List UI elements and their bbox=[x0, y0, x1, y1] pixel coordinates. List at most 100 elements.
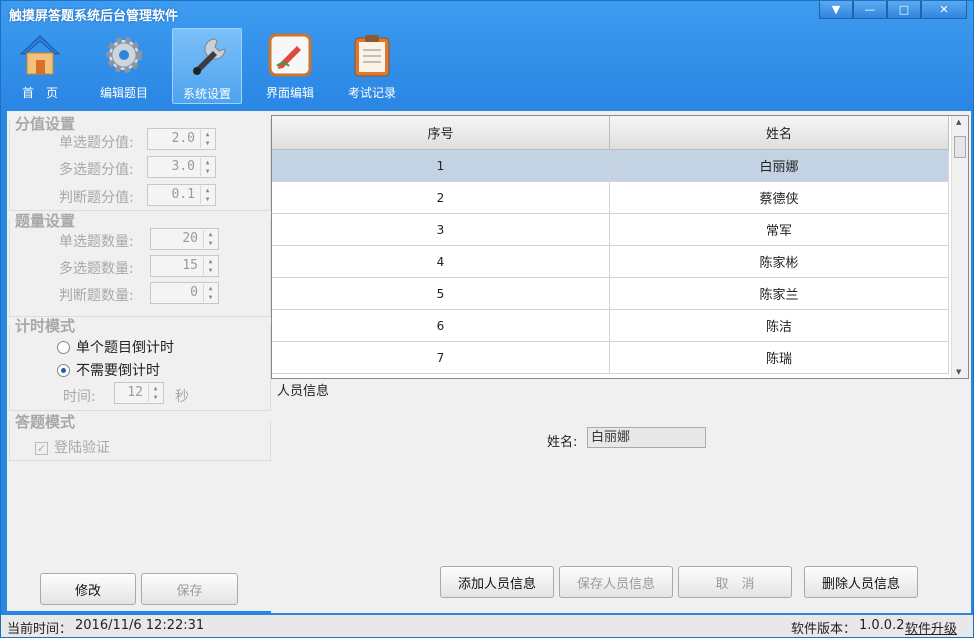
radio-checked-icon bbox=[57, 364, 70, 377]
close-button[interactable]: ✕ bbox=[921, 1, 967, 19]
spin-arrows-icon[interactable]: ▲ ▼ bbox=[203, 257, 217, 275]
personnel-info-title: 人员信息 bbox=[277, 384, 330, 399]
radio-icon bbox=[57, 341, 70, 354]
toolbar-ui-edit[interactable]: 界面编辑 bbox=[255, 28, 325, 104]
multi-count-value: 15 bbox=[182, 258, 198, 273]
current-time-label: 当前时间： bbox=[7, 622, 73, 637]
count-group-title: 题量设置 bbox=[15, 212, 76, 230]
table-cell-index[interactable]: 1 bbox=[272, 150, 610, 182]
spin-arrows-icon[interactable]: ▲ ▼ bbox=[200, 130, 214, 148]
version-label: 软件版本： bbox=[791, 622, 857, 637]
login-verify-checkbox[interactable]: ✓ 登陆验证 bbox=[35, 437, 110, 457]
current-time-value: 2016/11/6 12:22:31 bbox=[75, 618, 205, 633]
table-cell-index[interactable]: 7 bbox=[272, 342, 610, 374]
scroll-thumb[interactable] bbox=[954, 136, 966, 158]
multi-score-stepper[interactable]: 3.0 ▲ ▼ bbox=[147, 156, 216, 178]
toolbar-exam-records-label: 考试记录 bbox=[347, 86, 396, 100]
scroll-up-icon[interactable]: ▲ bbox=[956, 118, 961, 126]
save-person-button[interactable]: 保存人员信息 bbox=[559, 566, 673, 598]
table-cell-name[interactable]: 陈洁 bbox=[610, 310, 949, 342]
single-count-value: 20 bbox=[182, 231, 198, 246]
table-cell-name[interactable]: 常军 bbox=[610, 214, 949, 246]
judge-score-stepper[interactable]: 0.1 ▲ ▼ bbox=[147, 184, 216, 206]
toolbar-edit-questions-label: 编辑题目 bbox=[99, 86, 148, 100]
single-score-label: 单选题分值: bbox=[59, 135, 134, 151]
spin-arrows-icon[interactable]: ▲ ▼ bbox=[148, 384, 162, 402]
toolbar-exam-records[interactable]: 考试记录 bbox=[337, 28, 407, 104]
toolbar-home[interactable]: 首 页 bbox=[5, 28, 75, 104]
personnel-table[interactable]: 序号 姓名 1 白丽娜 2 蔡德侠 3 常军 4 陈家彬 5 陈家兰 6 陈洁 7 陈瑞 ▲ ▼ bbox=[271, 115, 969, 379]
judge-score-label: 判断题分值: bbox=[59, 190, 134, 206]
edit-icon bbox=[268, 33, 312, 77]
multi-count-label: 多选题数量: bbox=[59, 261, 134, 277]
vertical-scrollbar[interactable]: ▲ ▼ bbox=[951, 116, 968, 378]
judge-count-value: 0 bbox=[190, 285, 198, 300]
time-label: 时间: bbox=[63, 389, 96, 405]
cancel-button[interactable]: 取 消 bbox=[678, 566, 792, 598]
toolbar-home-label: 首 页 bbox=[21, 86, 58, 100]
scroll-down-icon[interactable]: ▼ bbox=[956, 368, 961, 376]
table-cell-index[interactable]: 6 bbox=[272, 310, 610, 342]
table-cell-index[interactable]: 4 bbox=[272, 246, 610, 278]
name-label: 姓名: bbox=[547, 435, 578, 450]
column-header-index[interactable]: 序号 bbox=[272, 116, 610, 150]
timer-group-title: 计时模式 bbox=[15, 317, 76, 335]
toolbar: 首 页 编辑题目 系统设置 界面编辑 考试记录 bbox=[1, 25, 973, 107]
toolbar-edit-questions[interactable]: 编辑题目 bbox=[89, 28, 159, 104]
toolbar-system-settings[interactable]: 系统设置 bbox=[172, 28, 242, 104]
multi-count-stepper[interactable]: 15 ▲ ▼ bbox=[150, 255, 219, 277]
chevron-down-icon: ▼ bbox=[831, 3, 841, 16]
login-verify-label: 登陆验证 bbox=[54, 440, 110, 456]
minimize-icon: — bbox=[864, 3, 876, 16]
spin-arrows-icon[interactable]: ▲ ▼ bbox=[203, 230, 217, 248]
checkbox-checked-icon: ✓ bbox=[35, 442, 48, 455]
table-cell-name[interactable]: 陈家兰 bbox=[610, 278, 949, 310]
judge-count-label: 判断题数量: bbox=[59, 288, 134, 304]
title-bar: 触摸屏答题系统后台管理软件 ▼ — □ ✕ bbox=[1, 1, 973, 25]
wrench-icon bbox=[193, 38, 226, 75]
table-cell-index[interactable]: 2 bbox=[272, 182, 610, 214]
table-cell-index[interactable]: 5 bbox=[272, 278, 610, 310]
version-value: 1.0.0.2 bbox=[859, 618, 905, 633]
multi-score-label: 多选题分值: bbox=[59, 162, 134, 178]
time-stepper[interactable]: 12 ▲ ▼ bbox=[114, 382, 164, 404]
maximize-button[interactable]: □ bbox=[887, 1, 921, 19]
judge-count-stepper[interactable]: 0 ▲ ▼ bbox=[150, 282, 219, 304]
add-person-button[interactable]: 添加人员信息 bbox=[440, 566, 554, 598]
table-cell-index[interactable]: 3 bbox=[272, 214, 610, 246]
table-cell-name[interactable]: 陈瑞 bbox=[610, 342, 949, 374]
home-icon bbox=[19, 35, 61, 75]
settings-panel: 分值设置 单选题分值: 2.0 ▲ ▼ 多选题分值: 3.0 ▲ ▼ 判断题分值: 0.… bbox=[7, 111, 271, 611]
answer-group-title: 答题模式 bbox=[15, 413, 76, 431]
clipboard-icon bbox=[354, 35, 390, 77]
table-cell-name[interactable]: 白丽娜 bbox=[610, 150, 949, 182]
window-title: 触摸屏答题系统后台管理软件 bbox=[9, 9, 179, 24]
score-group-title: 分值设置 bbox=[15, 115, 76, 133]
single-score-value: 2.0 bbox=[171, 131, 195, 146]
minimize-button[interactable]: — bbox=[853, 1, 887, 19]
gear-icon bbox=[106, 37, 142, 73]
radio-per-question-timer[interactable]: 单个题目倒计时 bbox=[57, 337, 174, 357]
spin-arrows-icon[interactable]: ▲ ▼ bbox=[200, 158, 214, 176]
time-unit: 秒 bbox=[175, 389, 189, 405]
main-window: 触摸屏答题系统后台管理软件 ▼ — □ ✕ 首 页 编辑题目 系统设置 界面编辑… bbox=[0, 0, 974, 638]
table-cell-name[interactable]: 蔡德侠 bbox=[610, 182, 949, 214]
personnel-panel: 序号 姓名 1 白丽娜 2 蔡德侠 3 常军 4 陈家彬 5 陈家兰 6 陈洁 7 陈瑞 ▲ ▼ 人员信息… bbox=[271, 111, 971, 613]
delete-person-button[interactable]: 删除人员信息 bbox=[804, 566, 918, 598]
menu-button[interactable]: ▼ bbox=[819, 1, 853, 19]
time-value: 12 bbox=[127, 385, 143, 400]
modify-button[interactable]: 修改 bbox=[40, 573, 136, 605]
column-header-name[interactable]: 姓名 bbox=[610, 116, 949, 150]
name-field[interactable]: 白丽娜 bbox=[587, 427, 706, 448]
spin-arrows-icon[interactable]: ▲ ▼ bbox=[203, 284, 217, 302]
spin-arrows-icon[interactable]: ▲ ▼ bbox=[200, 186, 214, 204]
single-score-stepper[interactable]: 2.0 ▲ ▼ bbox=[147, 128, 216, 150]
radio-no-timer[interactable]: 不需要倒计时 bbox=[57, 360, 160, 380]
single-count-stepper[interactable]: 20 ▲ ▼ bbox=[150, 228, 219, 250]
table-cell-name[interactable]: 陈家彬 bbox=[610, 246, 949, 278]
window-controls: ▼ — □ ✕ bbox=[819, 1, 967, 19]
upgrade-link[interactable]: 软件升级 bbox=[905, 618, 957, 637]
save-settings-button[interactable]: 保存 bbox=[141, 573, 238, 605]
judge-score-value: 0.1 bbox=[171, 187, 195, 202]
multi-score-value: 3.0 bbox=[171, 159, 195, 174]
